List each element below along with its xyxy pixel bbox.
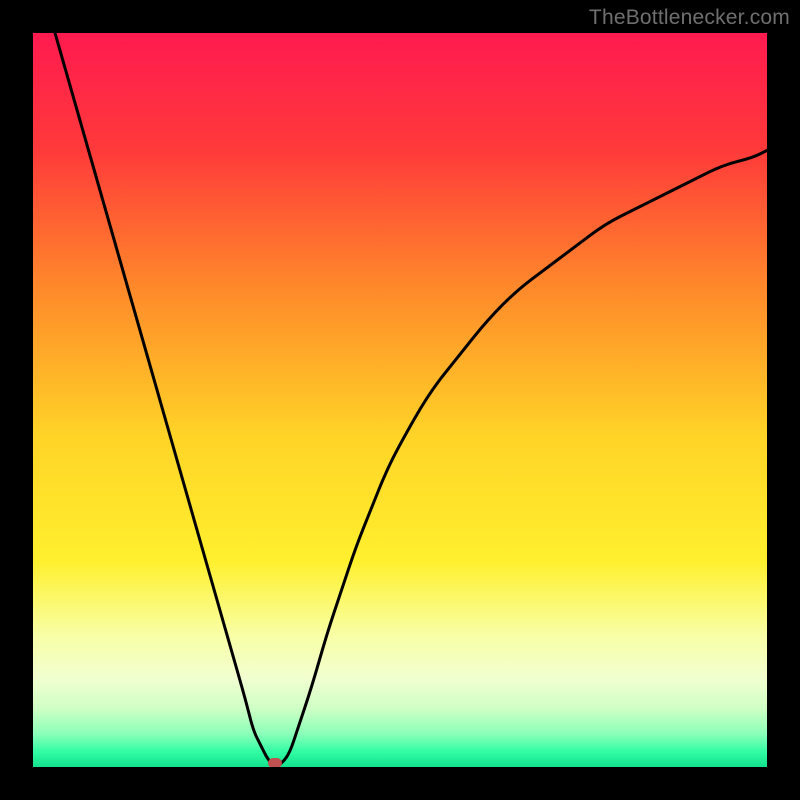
chart-frame: TheBottlenecker.com (0, 0, 800, 800)
minimum-marker-icon (268, 758, 282, 767)
plot-area (33, 33, 767, 767)
watermark-text: TheBottlenecker.com (589, 6, 790, 30)
bottleneck-curve (33, 33, 767, 767)
